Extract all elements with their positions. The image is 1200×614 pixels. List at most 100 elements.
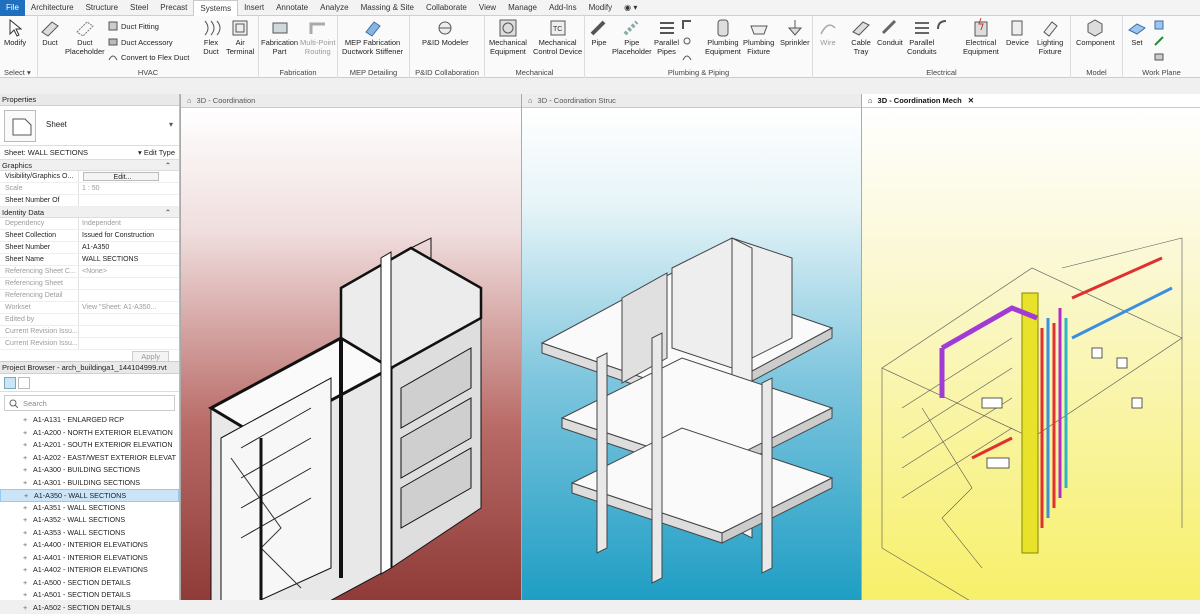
browser-search[interactable]: Search xyxy=(4,395,175,411)
mechanical-control-device-button[interactable]: TC Mechanical Control Device xyxy=(533,18,582,56)
canvas-struct[interactable] xyxy=(522,108,861,600)
expand-icon[interactable]: + xyxy=(23,577,27,590)
property-row[interactable]: Referencing Sheet xyxy=(0,278,179,290)
sheet-list-item[interactable]: +A1-A300 - BUILDING SECTIONS xyxy=(0,464,179,477)
expand-icon[interactable]: + xyxy=(23,502,27,515)
ribbon-tab-precast[interactable]: Precast xyxy=(154,0,193,16)
ribbon-tab-manage[interactable]: Manage xyxy=(502,0,543,16)
ribbon-tab-architecture[interactable]: Architecture xyxy=(25,0,80,16)
property-value[interactable]: WALL SECTIONS xyxy=(79,254,179,265)
conduit-fitting-button[interactable] xyxy=(936,19,948,31)
search-input[interactable]: Search xyxy=(23,399,47,408)
mechanical-equipment-button[interactable]: Mechanical Equipment xyxy=(489,18,527,56)
ribbon-options-dropdown[interactable]: ◉ ▾ xyxy=(618,0,643,16)
expand-icon[interactable]: + xyxy=(23,514,27,527)
show-work-plane-button[interactable] xyxy=(1153,19,1165,31)
type-dropdown-icon[interactable]: ▾ xyxy=(169,120,173,129)
category-identity[interactable]: Identity Data⌃ xyxy=(0,207,179,218)
property-value[interactable]: View "Sheet: A1-A350... xyxy=(79,302,179,313)
expand-icon[interactable]: + xyxy=(23,452,27,465)
property-value[interactable]: Independent xyxy=(79,218,179,229)
view-tab-coordination-mech[interactable]: ⌂3D - Coordination Mech✕ xyxy=(862,94,1200,108)
property-value[interactable]: <None> xyxy=(79,266,179,277)
expand-all-icon[interactable] xyxy=(4,377,16,389)
pipe-placeholder-button[interactable]: Pipe Placeholder xyxy=(612,18,652,56)
type-selector[interactable]: Sheet ▾ xyxy=(0,106,179,146)
ribbon-tab-steel[interactable]: Steel xyxy=(124,0,154,16)
sheet-list-item[interactable]: +A1-A400 - INTERIOR ELEVATIONS xyxy=(0,539,179,552)
ribbon-tab-annotate[interactable]: Annotate xyxy=(270,0,314,16)
expand-icon[interactable]: + xyxy=(23,439,27,452)
expand-icon[interactable]: + xyxy=(23,414,27,427)
expand-icon[interactable]: + xyxy=(23,602,27,614)
expand-icon[interactable]: + xyxy=(23,539,27,552)
sheet-list-item[interactable]: +A1-A351 - WALL SECTIONS xyxy=(0,502,179,515)
set-work-plane-button[interactable]: Set xyxy=(1127,18,1147,47)
ductwork-stiffener-button[interactable]: MEP Fabrication Ductwork Stiffener xyxy=(342,18,403,56)
property-row[interactable]: Referencing Sheet C...<None> xyxy=(0,266,179,278)
cable-tray-button[interactable]: Cable Tray xyxy=(851,18,871,56)
property-value[interactable] xyxy=(79,195,179,206)
category-graphics[interactable]: Graphics⌃ xyxy=(0,160,179,171)
property-row[interactable]: Sheet CollectionIssued for Construction xyxy=(0,230,179,242)
ribbon-tab-add-ins[interactable]: Add-Ins xyxy=(543,0,583,16)
pipe-button[interactable]: Pipe xyxy=(589,18,609,47)
ribbon-tab-modify[interactable]: Modify xyxy=(583,0,619,16)
property-row[interactable]: Scale1 : 50 xyxy=(0,183,179,195)
canvas-arch[interactable] xyxy=(181,108,521,600)
ribbon-tab-file[interactable]: File xyxy=(0,0,25,16)
property-row[interactable]: Sheet Number Of xyxy=(0,195,179,207)
property-value[interactable]: A1-A350 xyxy=(79,242,179,253)
property-value[interactable] xyxy=(79,278,179,289)
ribbon-tab-analyze[interactable]: Analyze xyxy=(314,0,354,16)
sprinkler-button[interactable]: Sprinkler xyxy=(780,18,810,47)
property-value[interactable]: Issued for Construction xyxy=(79,230,179,241)
expand-icon[interactable]: + xyxy=(23,427,27,440)
expand-icon[interactable]: + xyxy=(23,552,27,565)
expand-icon[interactable]: + xyxy=(23,527,27,540)
ribbon-tab-view[interactable]: View xyxy=(473,0,502,16)
ribbon-tab-insert[interactable]: Insert xyxy=(238,0,270,16)
property-row[interactable]: Visibility/Graphics O...Edit... xyxy=(0,171,179,183)
property-row[interactable]: Sheet NameWALL SECTIONS xyxy=(0,254,179,266)
flex-duct-button[interactable]: Flex Duct xyxy=(201,18,221,56)
apply-button[interactable]: Apply xyxy=(132,351,169,362)
expand-icon[interactable]: + xyxy=(23,477,27,490)
property-value[interactable] xyxy=(79,314,179,325)
conduit-button[interactable]: Conduit xyxy=(877,18,903,47)
multi-point-routing-button[interactable]: Multi-Point Routing xyxy=(300,18,335,56)
canvas-mech[interactable] xyxy=(862,108,1200,600)
duct-accessory-button[interactable]: Duct Accessory xyxy=(108,37,173,47)
collapse-all-icon[interactable] xyxy=(18,377,30,389)
sheet-list-item[interactable]: +A1-A500 - SECTION DETAILS xyxy=(0,577,179,590)
sheet-list-item[interactable]: +A1-A301 - BUILDING SECTIONS xyxy=(0,477,179,490)
duct-placeholder-button[interactable]: Duct Placeholder xyxy=(65,18,105,56)
property-value[interactable] xyxy=(79,338,179,349)
ref-plane-button[interactable] xyxy=(1153,35,1165,47)
lighting-fixture-button[interactable]: Lighting Fixture xyxy=(1037,18,1063,56)
instance-selector[interactable]: Sheet: WALL SECTIONS xyxy=(4,146,88,159)
sheet-list-item[interactable]: +A1-A401 - INTERIOR ELEVATIONS xyxy=(0,552,179,565)
property-value[interactable]: 1 : 50 xyxy=(79,183,179,194)
electrical-equipment-button[interactable]: Electrical Equipment xyxy=(963,18,999,56)
modify-button[interactable]: Modify xyxy=(4,18,26,47)
ribbon-tab-collaborate[interactable]: Collaborate xyxy=(420,0,473,16)
ribbon-tab-structure[interactable]: Structure xyxy=(80,0,124,16)
sheet-list-item[interactable]: +A1-A353 - WALL SECTIONS xyxy=(0,527,179,540)
fabrication-part-button[interactable]: Fabrication Part xyxy=(261,18,298,56)
pid-modeler-button[interactable]: P&ID Modeler xyxy=(422,18,469,47)
ribbon-tab-massing-site[interactable]: Massing & Site xyxy=(355,0,420,16)
viewer-button[interactable] xyxy=(1153,51,1165,63)
plumbing-fixture-button[interactable]: Plumbing Fixture xyxy=(743,18,774,56)
property-row[interactable]: DependencyIndependent xyxy=(0,218,179,230)
convert-flex-duct-button[interactable]: Convert to Flex Duct xyxy=(108,52,189,62)
property-value[interactable]: Edit... xyxy=(83,172,159,181)
property-row[interactable]: Edited by xyxy=(0,314,179,326)
property-row[interactable]: Current Revision Issu... xyxy=(0,326,179,338)
expand-icon[interactable]: + xyxy=(23,564,27,577)
sheet-list-item[interactable]: +A1-A202 - EAST/WEST EXTERIOR ELEVAT xyxy=(0,452,179,465)
device-button[interactable]: Device xyxy=(1006,18,1029,47)
component-button[interactable]: Component xyxy=(1076,18,1115,47)
duct-fitting-button[interactable]: Duct Fitting xyxy=(108,21,159,31)
parallel-pipes-button[interactable]: Parallel Pipes xyxy=(654,18,679,56)
